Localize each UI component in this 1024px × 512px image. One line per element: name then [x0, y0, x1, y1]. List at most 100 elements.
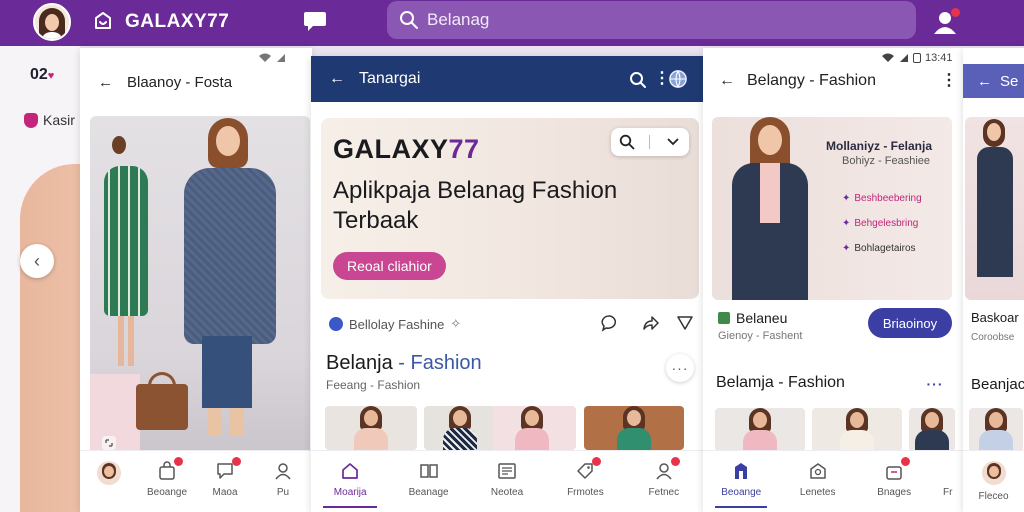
brand-logo-icon: [95, 12, 111, 29]
section-subtitle: Feeang - Fashion: [326, 378, 421, 392]
globe-icon[interactable]: [668, 69, 688, 89]
back-arrow-icon[interactable]: ←: [329, 70, 345, 88]
nav-label: Lenetes: [799, 487, 836, 498]
chevron-down-icon: [667, 138, 679, 146]
top-app-bar: GALAXY77: [0, 0, 1024, 46]
nav-item-profile[interactable]: [80, 451, 138, 512]
filter-icon[interactable]: [677, 315, 693, 331]
section-title: Beanjac: [971, 376, 1024, 393]
product-thumbnail[interactable]: [325, 406, 417, 450]
search-bar[interactable]: [387, 1, 916, 39]
nav-label: Maoa: [212, 487, 238, 498]
back-arrow-icon[interactable]: ←: [719, 72, 735, 90]
sparkle-icon: ✧: [450, 316, 462, 331]
nav-item-frmotes[interactable]: Frmotes: [546, 451, 624, 512]
bottom-navigation: Beoange Maoa Pu: [80, 450, 312, 512]
nav-label: Fleceo: [978, 491, 1009, 502]
notification-badge: [592, 457, 602, 466]
store-icon: [718, 312, 730, 324]
user-icon: [943, 461, 953, 481]
search-icon[interactable]: [629, 71, 647, 89]
nav-label: Pu: [276, 487, 290, 498]
nav-label: Neotea: [490, 487, 524, 498]
nav-item-bnages[interactable]: Bnages: [856, 451, 932, 512]
buy-button[interactable]: Briaoinoy: [868, 308, 952, 338]
hero-cta-button[interactable]: Reoal cliahior: [333, 252, 446, 280]
notification-badge: [174, 457, 183, 466]
nav-item-lenetes[interactable]: Lenetes: [779, 451, 855, 512]
product-thumbnail[interactable]: [812, 408, 902, 452]
nav-label: Fetnec: [648, 487, 680, 498]
product-thumbnail[interactable]: [584, 406, 684, 450]
nav-item-fetnec[interactable]: Fetnec: [625, 451, 703, 512]
bag-icon: [884, 457, 911, 481]
news-icon: [497, 461, 517, 481]
search-icon: [400, 11, 418, 29]
bottom-navigation: Fleceo: [963, 450, 1024, 512]
nav-label: Bnages: [877, 487, 912, 498]
left-partial-screen: 02♥ Kasir ‹: [0, 46, 80, 512]
nav-item-neotea[interactable]: Neotea: [468, 451, 546, 512]
screen-title: Tanargai: [359, 70, 421, 87]
nav-item-pu[interactable]: Pu: [254, 451, 312, 512]
nav-label: Fr: [942, 487, 953, 498]
search-input[interactable]: [427, 6, 887, 34]
chat-bubble-icon[interactable]: [601, 314, 619, 332]
menu-item-label: Kasir: [43, 112, 75, 128]
brand-meta-row: Bellolay Fashine ✧: [329, 314, 693, 334]
battery-icon: [913, 53, 921, 63]
shopping-bag-icon: [157, 457, 183, 481]
notification-dot: [951, 8, 960, 17]
previous-button[interactable]: ‹: [20, 244, 54, 278]
hero-search-box[interactable]: [611, 128, 689, 156]
product-photo[interactable]: [90, 116, 310, 464]
back-arrow-icon[interactable]: ←: [977, 73, 992, 90]
hero-banner: GALAXY77 Aplikpaja Belanag Fashion Terba…: [321, 118, 699, 299]
nav-item-beanage[interactable]: Beanage: [389, 451, 467, 512]
menu-item-kasir[interactable]: Kasir: [24, 112, 75, 128]
chat-icon[interactable]: [303, 10, 327, 32]
hero-brand: GALAXY77: [333, 134, 480, 164]
avatar: [97, 461, 121, 485]
product-thumbnail[interactable]: [424, 406, 576, 450]
nav-label: Moarija: [333, 487, 367, 498]
nav-item-maoa[interactable]: Maoa: [196, 451, 254, 512]
profile-avatar[interactable]: [33, 3, 71, 41]
card-subtitle: Bohiyz - Feashiee: [842, 155, 931, 167]
more-options-button[interactable]: ···: [666, 354, 694, 382]
wifi-icon: [259, 53, 271, 62]
featured-card[interactable]: Mollaniyz - Felanja Bohiyz - Feashiee ✦ B…: [712, 117, 952, 300]
nav-label: Beanage: [408, 487, 449, 498]
nav-item-beoange[interactable]: Beoange: [138, 451, 196, 512]
nav-item-moarija[interactable]: Moarija: [311, 451, 389, 512]
nav-label: Frmotes: [567, 487, 604, 498]
section-title: Belanja - Fashion: [326, 352, 482, 374]
product-thumbnail[interactable]: [909, 408, 955, 452]
screen-header: ← Se: [963, 64, 1024, 98]
product-thumbnail[interactable]: [715, 408, 805, 452]
phone-screen-partial: ← Se Baskoar Coroobse Beanjac Fleceo: [963, 48, 1024, 512]
notification-badge: [232, 457, 241, 466]
back-arrow-icon[interactable]: ←: [98, 74, 113, 91]
tag-icon: [575, 457, 602, 481]
featured-card[interactable]: [965, 117, 1024, 300]
more-options-button[interactable]: ···: [921, 370, 949, 398]
status-time: 02♥: [30, 66, 55, 83]
product-subtitle: Coroobse: [971, 332, 1015, 343]
share-icon[interactable]: [641, 314, 659, 332]
card-title: Mollaniyz - Felanja: [826, 139, 933, 153]
section-title: Belamja - Fashion: [716, 374, 845, 391]
nav-item-beoange[interactable]: Beoange: [703, 451, 779, 512]
nav-item-profile[interactable]: Fleceo: [963, 451, 1024, 512]
product-thumbnail[interactable]: [969, 408, 1023, 452]
nav-label: Beoange: [146, 487, 188, 498]
nav-item-fr[interactable]: Fr: [932, 451, 963, 512]
screen-header: ← Belangy - Fashion ⋮: [703, 64, 963, 98]
status-time: 13:41: [925, 52, 953, 64]
hand-image: [20, 164, 80, 512]
avatar: [981, 461, 1006, 485]
star-icon: ✦: [842, 218, 851, 229]
more-vertical-icon[interactable]: ⋮: [941, 70, 957, 90]
account-button[interactable]: [932, 8, 960, 36]
more-horizontal-icon: ···: [671, 360, 689, 376]
